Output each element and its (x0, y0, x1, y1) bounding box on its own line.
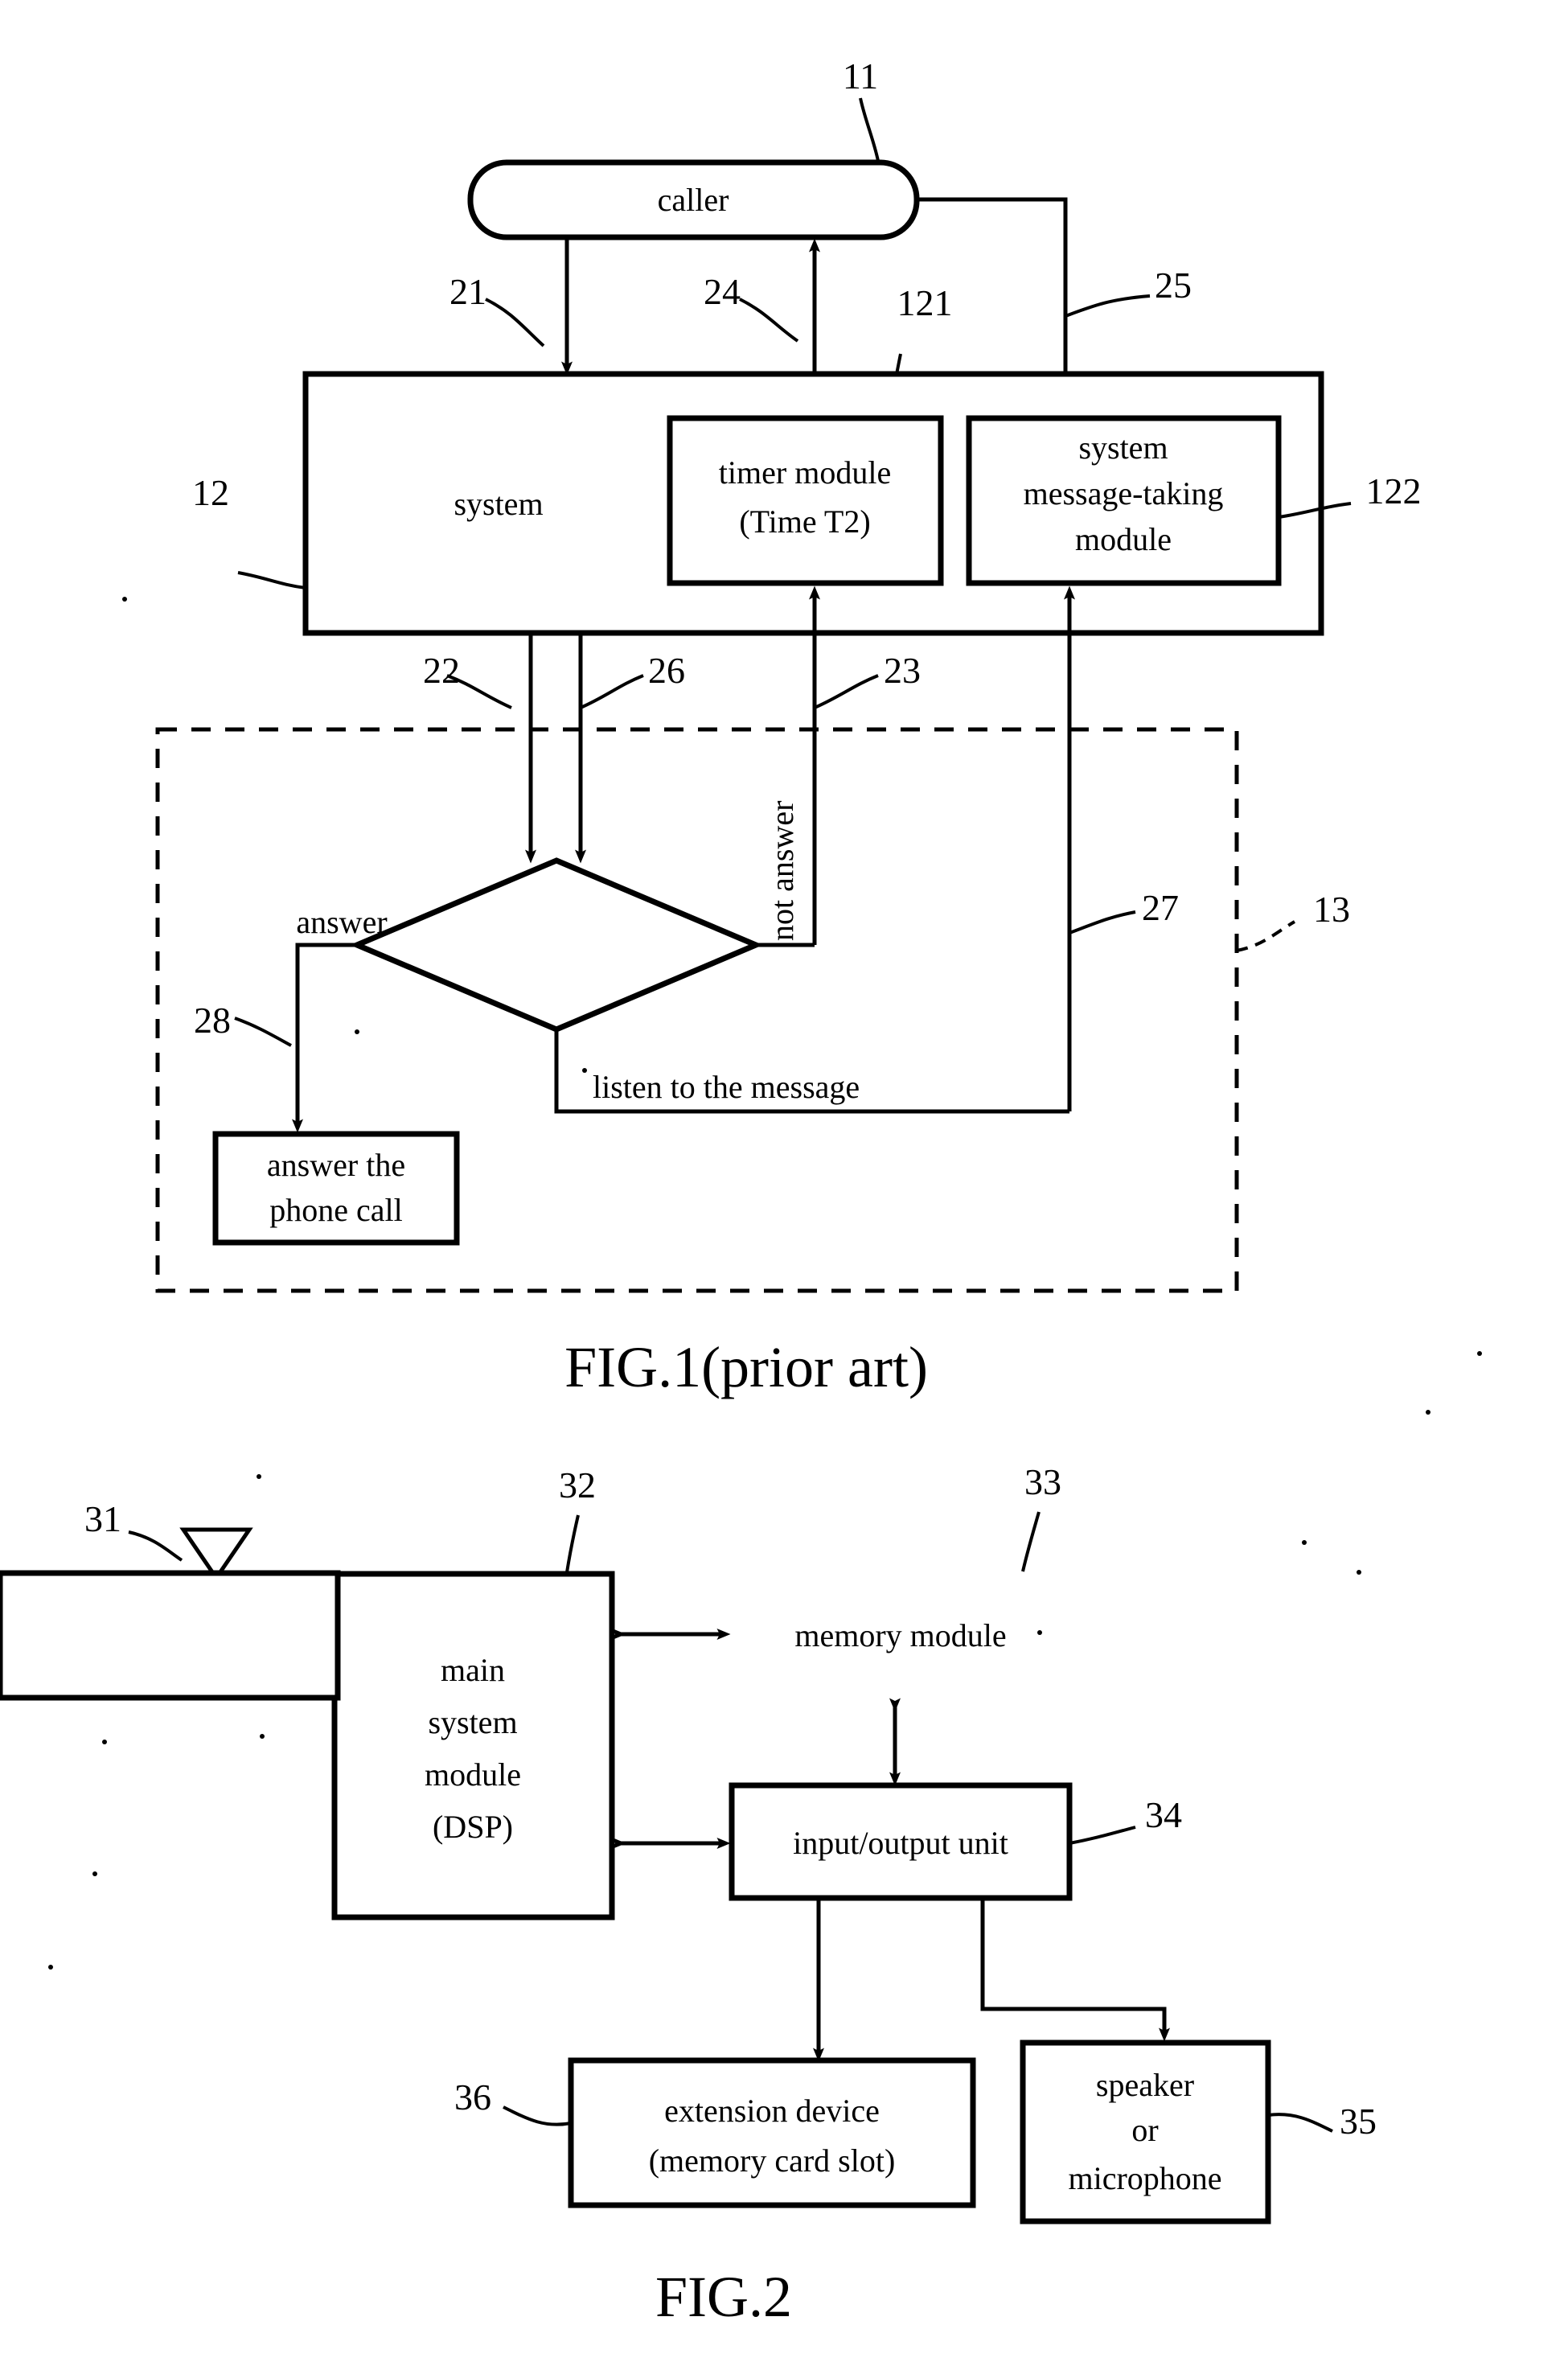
page-speck (1357, 1570, 1361, 1575)
ref-35-leader (1267, 2113, 1333, 2133)
ref-34: 34 (1145, 1794, 1182, 1835)
extension-device-label-line2: (memory card slot) (649, 2142, 896, 2179)
speaker-label-line2: or (1131, 2112, 1158, 2148)
extension-device-label-line1: extension device (664, 2093, 880, 2129)
main-module-label-line2: system (428, 1704, 517, 1740)
memory-module-box (0, 1570, 341, 1701)
main-system-module-box (331, 1571, 615, 1920)
page-speck (48, 1965, 53, 1970)
page-speck (1037, 1630, 1042, 1635)
ref-32: 32 (559, 1464, 596, 1506)
figure-2-caption: FIG.2 (655, 2265, 792, 2329)
edge-io-to-speaker (980, 1898, 1170, 2042)
page-speck (102, 1740, 107, 1744)
main-module-label-line1: main (441, 1652, 505, 1688)
patent-drawing-sheet: caller 11 system 12 timer module (Time T… (0, 0, 1568, 2362)
ref-33: 33 (1024, 1461, 1061, 1502)
page-speck (257, 1474, 261, 1479)
input-output-unit-label: input/output unit (793, 1825, 1008, 1861)
page-speck (92, 1871, 97, 1876)
page-speck (260, 1734, 265, 1739)
memory-module-label: memory module (794, 1617, 1006, 1653)
ref-36: 36 (454, 2077, 491, 2118)
ref-31: 31 (84, 1498, 121, 1539)
extension-device-box (568, 2057, 976, 2208)
speaker-label-line3: microphone (1068, 2160, 1221, 2196)
ref-36-leader (503, 2105, 572, 2126)
ref-34-leader (1069, 1826, 1136, 1845)
ref-31-leader (128, 1530, 183, 1562)
main-module-label-line4: (DSP) (433, 1809, 513, 1845)
page-speck (1302, 1540, 1307, 1545)
ref-32-leader (565, 1514, 580, 1573)
figure-2-diagram: 31 main system module (DSP) 32 memory mo… (0, 1461, 1377, 2329)
ref-33-leader (1021, 1511, 1041, 1572)
ref-35: 35 (1340, 2101, 1377, 2142)
speaker-label-line1: speaker (1096, 2067, 1194, 2103)
main-module-label-line3: module (425, 1756, 521, 1793)
